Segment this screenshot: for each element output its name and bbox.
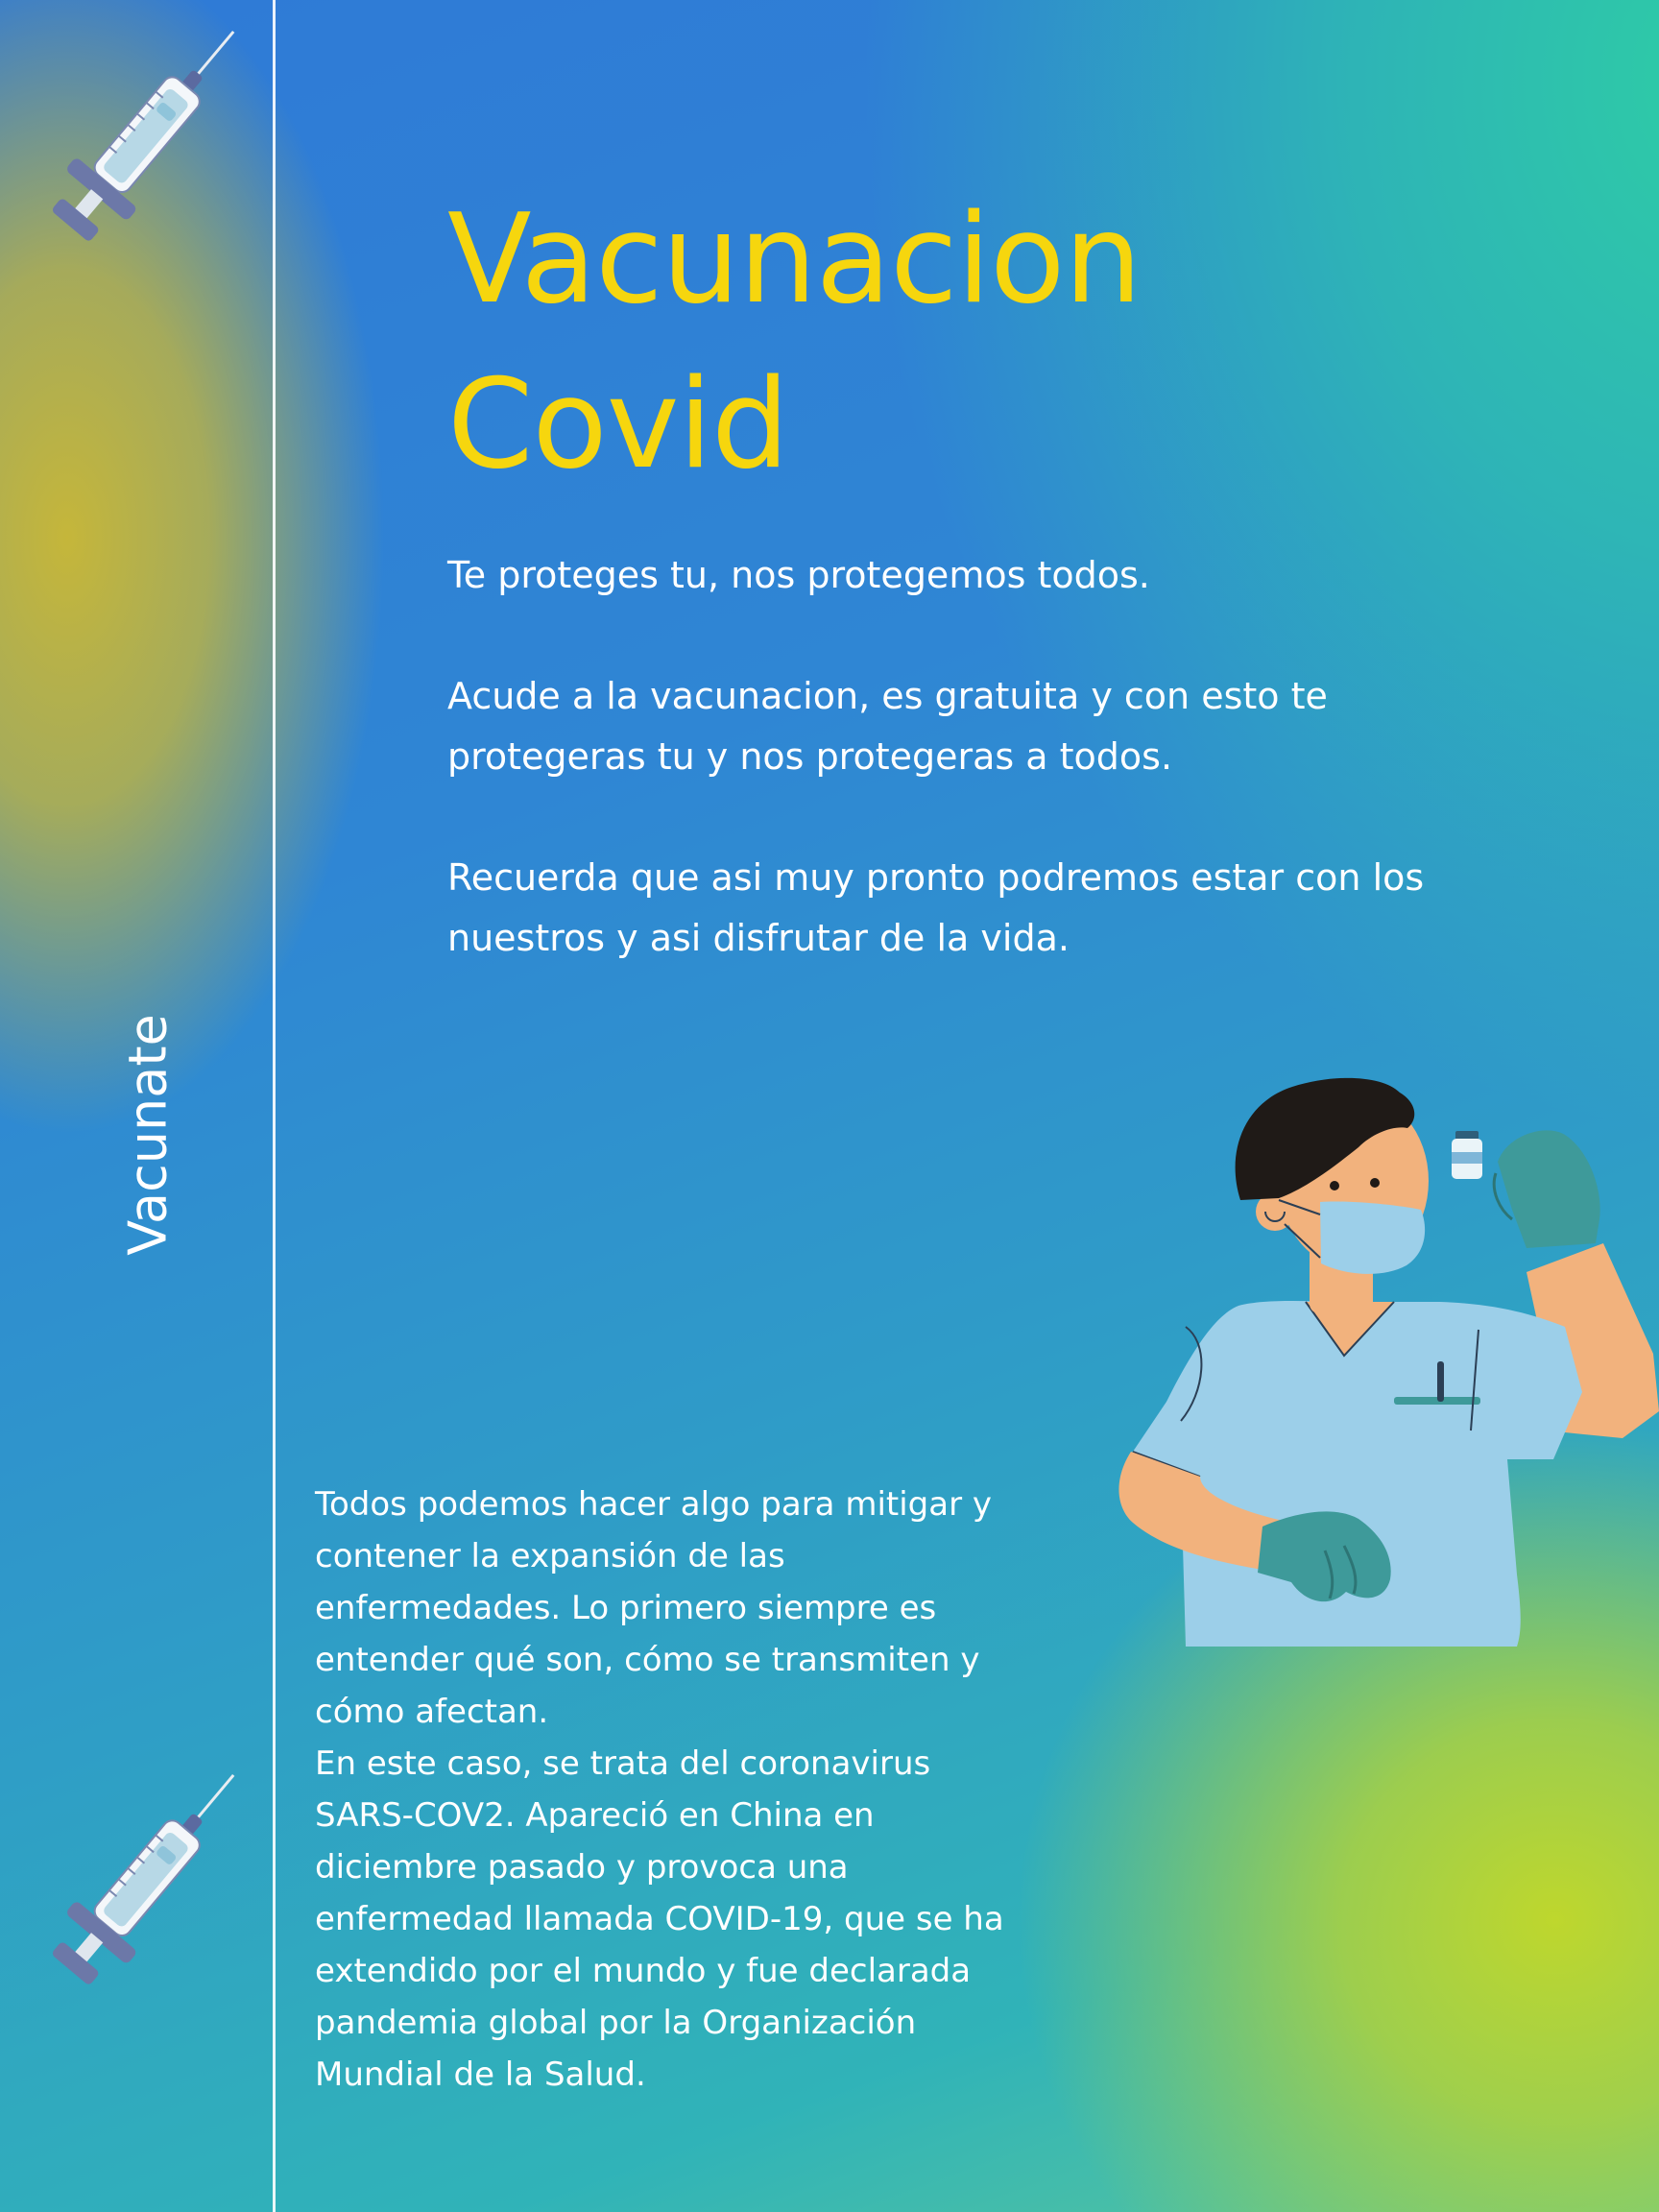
vertical-divider bbox=[273, 0, 276, 2212]
body-text: Todos podemos hacer algo para mitigar y … bbox=[315, 1479, 1016, 2101]
nurse-illustration bbox=[1118, 1077, 1659, 1647]
page-title: Vacunacion Covid bbox=[447, 178, 1142, 508]
intro-paragraph: Recuerda que asi muy pronto podremos est… bbox=[447, 856, 1425, 959]
side-label: Vacunate bbox=[117, 1014, 179, 1256]
poster: Vacunate Vacunacion Covid Te proteges tu… bbox=[0, 0, 1659, 2212]
title-line-1: Vacunacion bbox=[447, 188, 1142, 331]
intro-paragraph: Acude a la vacunacion, es gratuita y con… bbox=[447, 675, 1328, 778]
syringe-icon bbox=[52, 30, 235, 241]
body-paragraph: En este caso, se trata del coronavirus S… bbox=[315, 1744, 1004, 2094]
vaccine-vial-icon bbox=[1452, 1131, 1482, 1179]
intro-paragraph: Te proteges tu, nos protegemos todos. bbox=[447, 554, 1150, 596]
title-line-2: Covid bbox=[447, 353, 789, 496]
syringe-icon bbox=[52, 1773, 235, 1984]
body-paragraph: Todos podemos hacer algo para mitigar y … bbox=[315, 1485, 992, 1731]
intro-text: Te proteges tu, nos protegemos todos. Ac… bbox=[447, 545, 1427, 1029]
